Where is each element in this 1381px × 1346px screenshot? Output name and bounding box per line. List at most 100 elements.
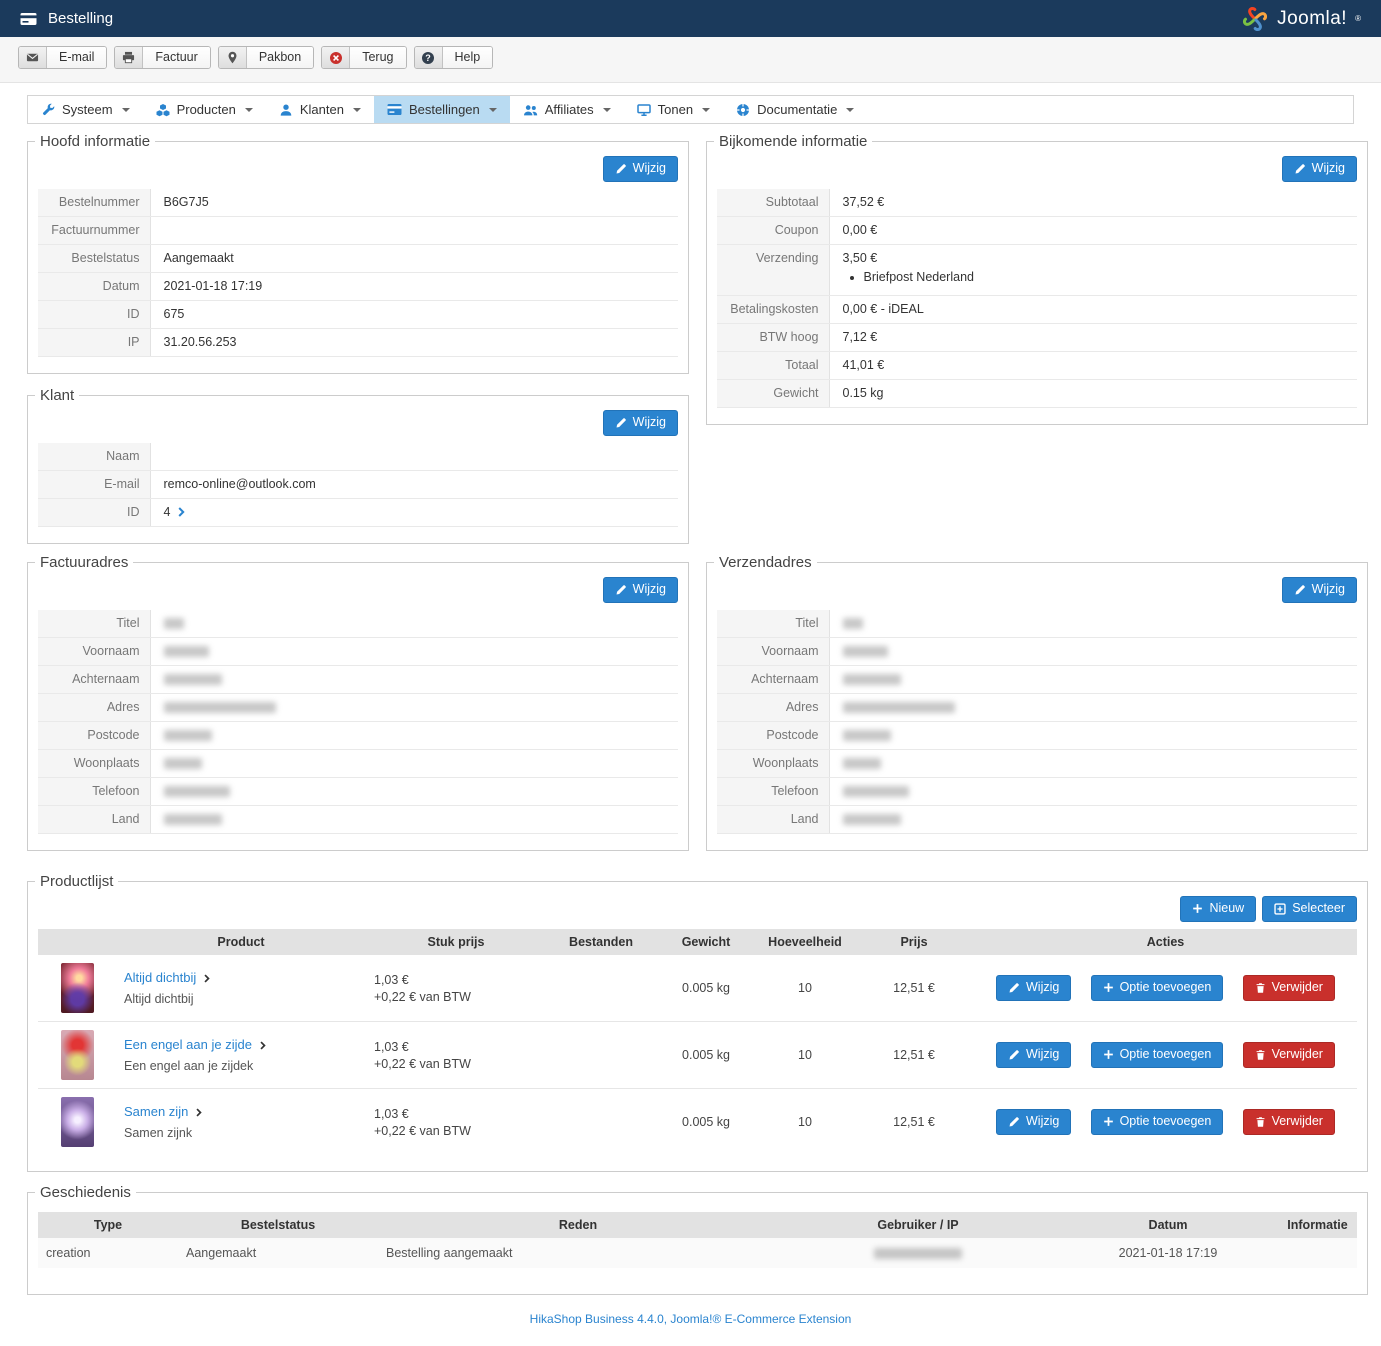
caret-down-icon (122, 108, 130, 112)
table-row: Betalingskosten0,00 € - iDEAL (717, 296, 1357, 324)
panel-legend: Hoofd informatie (35, 133, 155, 150)
help-button[interactable]: ? Help (414, 46, 494, 69)
menu-item-bestellingen[interactable]: Bestellingen (374, 96, 510, 123)
pakbon-button[interactable]: Pakbon (218, 46, 314, 69)
panel-legend: Verzendadres (714, 554, 817, 571)
wijzig-button-label: Wijzig (1026, 980, 1059, 995)
column-header: Hoeveelheid (756, 929, 854, 955)
joomla-logo-mark: ® (1355, 14, 1361, 23)
product-name-cell: Een engel aan je zijde Een engel aan je … (116, 1022, 366, 1089)
klant-detail-link[interactable] (178, 507, 185, 517)
factuur-button[interactable]: Factuur (114, 46, 210, 69)
menu-item-label: Tonen (658, 102, 693, 117)
verwijder-button-label: Verwijder (1272, 1114, 1323, 1129)
caret-down-icon (702, 108, 710, 112)
hikashop-footer-link[interactable]: HikaShop Business 4.4.0, Joomla!® E-Comm… (530, 1312, 852, 1326)
email-button[interactable]: E-mail (18, 46, 107, 69)
wijzig-button[interactable]: Wijzig (603, 577, 678, 603)
pencil-icon (615, 417, 627, 429)
credit-card-icon (387, 103, 402, 116)
wijzig-button[interactable]: Wijzig (996, 1042, 1071, 1068)
wijzig-button[interactable]: Wijzig (603, 156, 678, 182)
plus-icon (1103, 1116, 1114, 1127)
envelope-icon (19, 47, 47, 68)
pencil-icon (1008, 1049, 1020, 1061)
product-thumbnail-cell (38, 1089, 116, 1156)
menu-item-tonen[interactable]: Tonen (624, 96, 723, 123)
product-link[interactable]: Een engel aan je zijde (124, 1037, 252, 1052)
hoofd-informatie-table: BestelnummerB6G7J5 Factuurnummer Bestels… (38, 189, 678, 357)
field-label: Gewicht (717, 380, 829, 408)
klant-id-value: 4 (164, 505, 171, 519)
help-button-label: Help (443, 47, 493, 68)
wijzig-button[interactable]: Wijzig (996, 975, 1071, 1001)
field-label: Factuurnummer (38, 217, 150, 245)
field-label: Titel (38, 610, 150, 638)
field-label: Telefoon (717, 778, 829, 806)
redacted-value (843, 646, 888, 657)
table-row: ID 4 (38, 499, 678, 527)
field-label: Land (38, 806, 150, 834)
wijzig-button[interactable]: Wijzig (996, 1109, 1071, 1135)
field-value (150, 778, 678, 806)
unit-price-tax: +0,22 € van BTW (374, 990, 538, 1004)
bijkomende-informatie-panel: Bijkomende informatie Wijzig Subtotaal37… (706, 133, 1368, 425)
table-row: Voornaam (717, 638, 1357, 666)
field-value (829, 666, 1357, 694)
table-row: Titel (717, 610, 1357, 638)
product-code: Samen zijnk (124, 1126, 358, 1140)
menu-item-systeem[interactable]: Systeem (28, 96, 143, 123)
optie-toevoegen-button[interactable]: Optie toevoegen (1091, 1109, 1224, 1135)
product-thumbnail-cell (38, 1022, 116, 1089)
menu-item-label: Klanten (300, 102, 344, 117)
menu-item-klanten[interactable]: Klanten (266, 96, 374, 123)
field-label: IP (38, 329, 150, 357)
menu-item-producten[interactable]: Producten (143, 96, 266, 123)
column-right: Bijkomende informatie Wijzig Subtotaal37… (706, 133, 1368, 544)
menu-item-documentatie[interactable]: Documentatie (723, 96, 867, 123)
wijzig-button[interactable]: Wijzig (1282, 156, 1357, 182)
redacted-value (843, 758, 881, 769)
main-content: Hoofd informatie Wijzig BestelnummerB6G7… (27, 133, 1368, 1295)
column-header: Gebruiker / IP (778, 1212, 1058, 1238)
verwijder-button[interactable]: Verwijder (1243, 1042, 1335, 1068)
column-header: Prijs (854, 929, 974, 955)
field-label: Telefoon (38, 778, 150, 806)
wijzig-button[interactable]: Wijzig (1282, 577, 1357, 603)
caret-down-icon (353, 108, 361, 112)
field-label: E-mail (38, 471, 150, 499)
optie-toevoegen-button[interactable]: Optie toevoegen (1091, 975, 1224, 1001)
price-cell: 12,51 € (854, 955, 974, 1022)
selecteer-button[interactable]: Selecteer (1262, 896, 1357, 922)
wijzig-button[interactable]: Wijzig (603, 410, 678, 436)
pencil-icon (615, 584, 627, 596)
menu-item-affiliates[interactable]: Affiliates (510, 96, 624, 123)
column-header: Bestanden (546, 929, 656, 955)
field-label: ID (38, 301, 150, 329)
column-header (38, 929, 116, 955)
verwijder-button[interactable]: Verwijder (1243, 975, 1335, 1001)
verwijder-button[interactable]: Verwijder (1243, 1109, 1335, 1135)
field-label: Postcode (38, 722, 150, 750)
product-image (61, 1097, 94, 1147)
field-value (829, 610, 1357, 638)
field-label: Woonplaats (38, 750, 150, 778)
weight-cell: 0.005 kg (656, 955, 756, 1022)
field-label: Land (717, 806, 829, 834)
quantity-cell: 10 (756, 1022, 854, 1089)
field-label: Bestelnummer (38, 189, 150, 217)
table-row: Postcode (38, 722, 678, 750)
product-link[interactable]: Samen zijn (124, 1104, 188, 1119)
verwijder-button-label: Verwijder (1272, 1047, 1323, 1062)
field-value (829, 750, 1357, 778)
nieuw-button[interactable]: Nieuw (1180, 896, 1256, 922)
product-link[interactable]: Altijd dichtbij (124, 970, 196, 985)
terug-button[interactable]: Terug (321, 46, 406, 69)
wijzig-button-label: Wijzig (633, 582, 666, 597)
history-info (1278, 1238, 1357, 1268)
table-row: Adres (717, 694, 1357, 722)
field-label: Postcode (717, 722, 829, 750)
optie-toevoegen-button[interactable]: Optie toevoegen (1091, 1042, 1224, 1068)
joomla-logo-text: Joomla! (1277, 8, 1347, 30)
column-header: Stuk prijs (366, 929, 546, 955)
